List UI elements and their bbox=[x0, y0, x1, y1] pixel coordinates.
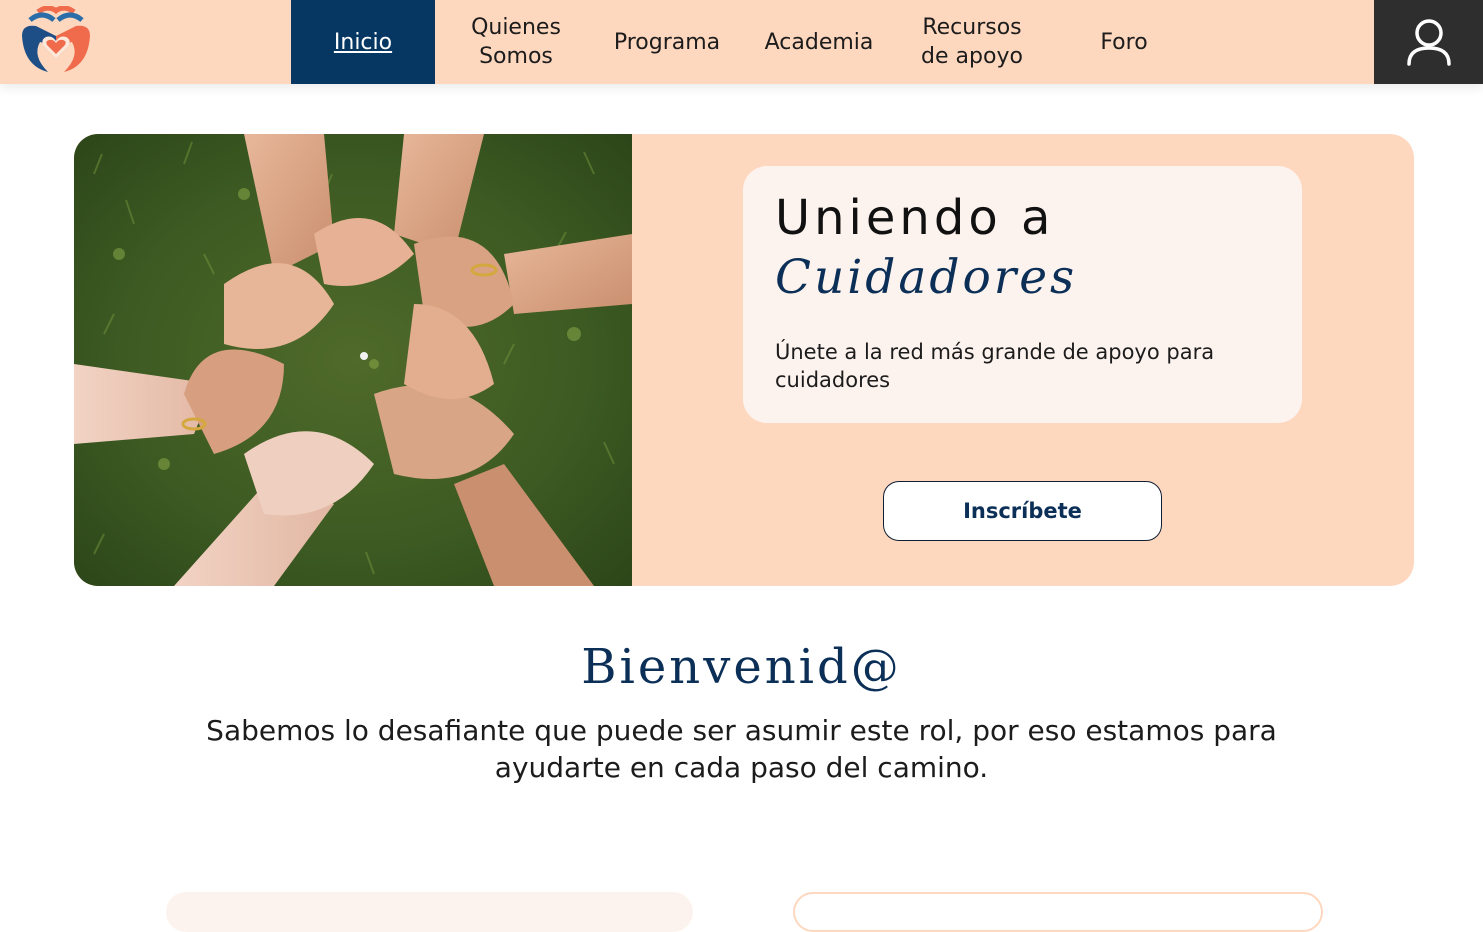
hero-subtitle: Únete a la red más grande de apoyo para … bbox=[775, 340, 1215, 392]
hands-circle-photo bbox=[74, 134, 632, 586]
nav-inicio-label: Inicio bbox=[333, 29, 393, 55]
nav-quienes-somos-label: Quienes Somos bbox=[471, 15, 561, 69]
nav-academia[interactable]: Academia bbox=[748, 0, 890, 84]
hero-banner: Uniendo a Cuidadores Únete a la red más … bbox=[74, 134, 1414, 586]
hero-title-line2: Cuidadores bbox=[775, 250, 1078, 305]
welcome-text: Sabemos lo desafiante que puede ser asum… bbox=[206, 714, 1277, 784]
nav-inicio[interactable]: Inicio bbox=[291, 0, 435, 84]
feature-card-right bbox=[793, 892, 1323, 932]
nav-foro-label: Foro bbox=[1100, 29, 1148, 55]
hands-heart-logo-icon[interactable] bbox=[18, 5, 94, 76]
nav-programa[interactable]: Programa bbox=[597, 0, 737, 84]
signup-button[interactable]: Inscríbete bbox=[883, 481, 1162, 541]
nav-foro[interactable]: Foro bbox=[1060, 0, 1188, 84]
user-icon bbox=[1406, 19, 1451, 66]
nav-recursos-label: Recursos de apoyo bbox=[921, 15, 1023, 69]
welcome-title: Bienvenid@ bbox=[581, 639, 902, 695]
hero-title-line1: Uniendo a bbox=[775, 190, 1055, 246]
nav-programa-label: Programa bbox=[613, 29, 721, 55]
user-account-button[interactable] bbox=[1374, 0, 1483, 84]
nav-quienes-somos[interactable]: Quienes Somos bbox=[445, 0, 587, 84]
nav-academia-label: Academia bbox=[764, 29, 874, 55]
top-navbar: Inicio Quienes Somos Programa Academia R… bbox=[0, 0, 1483, 84]
hero-text-card: Uniendo a Cuidadores Únete a la red más … bbox=[743, 166, 1302, 423]
feature-card-left bbox=[166, 892, 693, 932]
nav-recursos-de-apoyo[interactable]: Recursos de apoyo bbox=[900, 0, 1044, 84]
